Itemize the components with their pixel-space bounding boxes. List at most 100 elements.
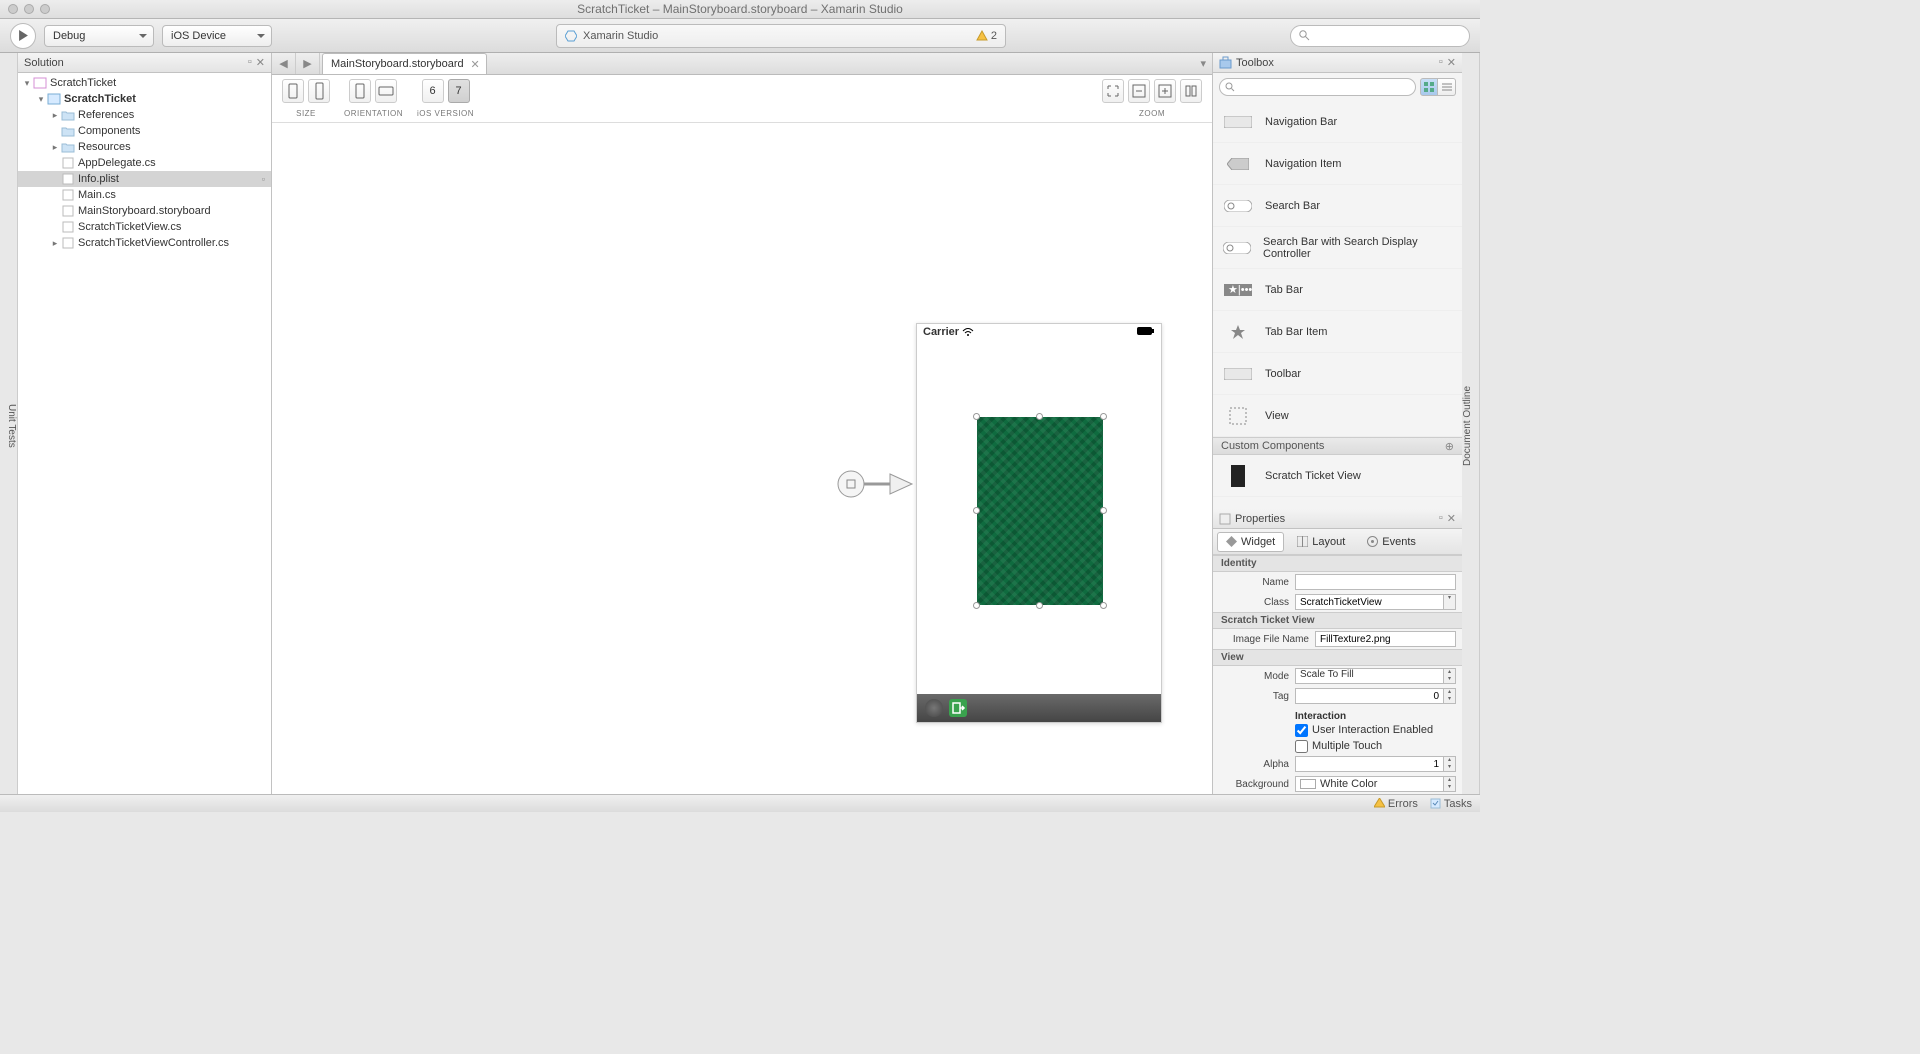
toolbox-search-bar[interactable]: Search Bar [1213, 185, 1462, 227]
class-dropdown-button[interactable]: ▾ [1444, 594, 1456, 610]
unit-tests-pad-tab[interactable]: Unit Tests [0, 53, 18, 794]
nav-back-button[interactable]: ◀ [272, 53, 296, 74]
resize-handle-se[interactable] [1100, 602, 1107, 609]
orientation-landscape-button[interactable] [375, 79, 397, 103]
identity-class-input[interactable] [1295, 594, 1444, 610]
identity-name-input[interactable] [1295, 574, 1456, 590]
window-titlebar: ScratchTicket – MainStoryboard.storyboar… [0, 0, 1480, 19]
toolbox-list-view-button[interactable] [1438, 78, 1456, 96]
size-iphone5-button[interactable] [308, 79, 330, 103]
tasks-pad-button[interactable]: Tasks [1430, 798, 1472, 810]
toolbox-navigation-bar[interactable]: Navigation Bar [1213, 101, 1462, 143]
section-view: View [1213, 649, 1462, 666]
toolbox-list[interactable]: Navigation Bar Navigation Item Search Ba… [1213, 101, 1462, 509]
toolbox-tab-bar[interactable]: ★|•••Tab Bar [1213, 269, 1462, 311]
pad-close-icon[interactable]: ✕ [1447, 56, 1456, 69]
ios6-button[interactable]: 6 [422, 79, 444, 103]
alpha-input[interactable] [1295, 756, 1444, 772]
warnings-badge[interactable]: 2 [976, 30, 997, 42]
scene-dock [917, 694, 1161, 722]
resize-handle-sw[interactable] [973, 602, 980, 609]
run-button[interactable] [10, 23, 36, 49]
toolbox-grid-view-button[interactable] [1420, 78, 1438, 96]
xamarin-icon [565, 30, 577, 42]
mode-select[interactable]: Scale To Fill [1295, 668, 1444, 684]
resize-handle-ne[interactable] [1100, 413, 1107, 420]
zoom-fit-button[interactable] [1102, 79, 1124, 103]
file-scratchticketview[interactable]: ScratchTicketView.cs [18, 219, 271, 235]
zoom-actual-button[interactable] [1180, 79, 1202, 103]
file-main[interactable]: Main.cs [18, 187, 271, 203]
file-options-icon[interactable]: ▫ [262, 174, 265, 184]
pad-options-icon[interactable]: ▫ [1439, 512, 1443, 525]
add-component-icon[interactable]: ⊕ [1445, 440, 1454, 453]
pad-close-icon[interactable]: ✕ [256, 56, 265, 69]
tab-widget[interactable]: Widget [1217, 532, 1284, 552]
resize-handle-s[interactable] [1036, 602, 1043, 609]
alpha-stepper[interactable]: ▴▾ [1444, 756, 1456, 772]
tab-overflow-icon[interactable]: ▾ [1194, 57, 1212, 70]
ios7-button[interactable]: 7 [448, 79, 470, 103]
multiple-touch-checkbox[interactable] [1295, 740, 1308, 753]
storyboard-canvas[interactable]: Carrier [272, 123, 1212, 794]
file-viewcontroller[interactable]: ▸ScratchTicketViewController.cs [18, 235, 271, 251]
color-swatch [1300, 779, 1316, 789]
status-display: Xamarin Studio 2 [556, 24, 1006, 48]
toolbox-view[interactable]: View [1213, 395, 1462, 437]
image-filename-input[interactable] [1315, 631, 1456, 647]
toolbox-search-input[interactable] [1219, 78, 1416, 96]
tag-stepper[interactable]: ▴▾ [1444, 688, 1456, 704]
scratch-ticket-view[interactable] [977, 417, 1103, 605]
resize-handle-w[interactable] [973, 507, 980, 514]
size-label: SIZE [296, 109, 316, 118]
references-folder[interactable]: ▸References [18, 107, 271, 123]
user-interaction-checkbox[interactable] [1295, 724, 1308, 737]
close-tab-icon[interactable]: ✕ [470, 58, 479, 71]
toolbox-navigation-item[interactable]: Navigation Item [1213, 143, 1462, 185]
zoom-out-button[interactable] [1128, 79, 1150, 103]
resize-handle-e[interactable] [1100, 507, 1107, 514]
tab-events[interactable]: Events [1358, 532, 1425, 552]
zoom-in-button[interactable] [1154, 79, 1176, 103]
error-icon [1374, 798, 1385, 809]
first-responder-icon[interactable] [925, 699, 943, 717]
status-bar: Errors Tasks [0, 794, 1480, 812]
device-statusbar: Carrier [917, 324, 1161, 339]
document-outline-pad-tab[interactable]: Document Outline [1462, 53, 1480, 794]
toolbox-search-display[interactable]: Search Bar with Search Display Controlle… [1213, 227, 1462, 269]
folder-icon [60, 108, 76, 122]
file-appdelegate[interactable]: AppDelegate.cs [18, 155, 271, 171]
toolbox-scratch-ticket-view[interactable]: Scratch Ticket View [1213, 455, 1462, 497]
entry-point-arrow[interactable] [836, 469, 914, 502]
configuration-selector[interactable]: Debug [44, 25, 154, 47]
csharp-file-icon [60, 236, 76, 250]
project-node[interactable]: ▾ ScratchTicket [18, 91, 271, 107]
orientation-portrait-button[interactable] [349, 79, 371, 103]
errors-pad-button[interactable]: Errors [1374, 798, 1418, 810]
resize-handle-n[interactable] [1036, 413, 1043, 420]
tag-input[interactable] [1295, 688, 1444, 704]
tab-storyboard[interactable]: MainStoryboard.storyboard ✕ [322, 53, 487, 74]
pad-options-icon[interactable]: ▫ [1439, 56, 1443, 69]
exit-icon[interactable] [949, 699, 967, 717]
tab-layout[interactable]: Layout [1288, 532, 1354, 552]
components-folder[interactable]: Components [18, 123, 271, 139]
solution-node[interactable]: ▾ ScratchTicket [18, 75, 271, 91]
size-iphone4-button[interactable] [282, 79, 304, 103]
resources-folder[interactable]: ▸Resources [18, 139, 271, 155]
background-select[interactable]: White Color [1295, 776, 1444, 792]
pad-close-icon[interactable]: ✕ [1447, 512, 1456, 525]
view-controller-scene[interactable]: Carrier [916, 323, 1162, 723]
solution-tree[interactable]: ▾ ScratchTicket ▾ ScratchTicket ▸Referen… [18, 73, 271, 794]
file-storyboard[interactable]: MainStoryboard.storyboard [18, 203, 271, 219]
toolbox-tab-bar-item[interactable]: Tab Bar Item [1213, 311, 1462, 353]
properties-body[interactable]: Identity Name Class▾ Scratch Ticket View… [1213, 555, 1462, 794]
global-search[interactable] [1290, 25, 1470, 47]
file-infoplist[interactable]: Info.plist▫ [18, 171, 271, 187]
nav-forward-button[interactable]: ▶ [296, 53, 320, 74]
toolbox-toolbar[interactable]: Toolbar [1213, 353, 1462, 395]
resize-handle-nw[interactable] [973, 413, 980, 420]
device-selector[interactable]: iOS Device [162, 25, 272, 47]
tabbar-icon: ★|••• [1223, 281, 1253, 299]
pad-options-icon[interactable]: ▫ [248, 56, 252, 69]
